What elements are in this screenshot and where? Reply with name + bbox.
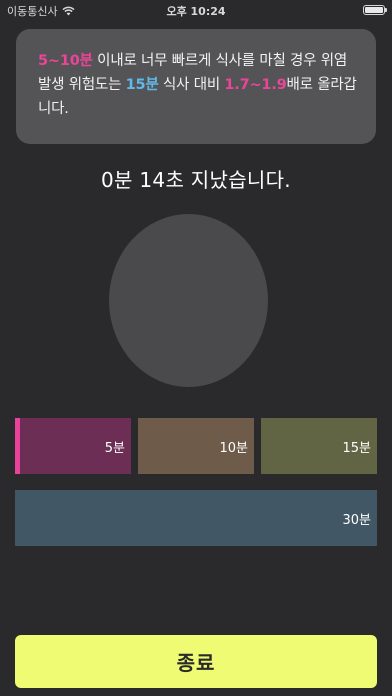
segment-label: 15분: [342, 440, 371, 456]
timer-circle: [109, 214, 268, 387]
segment-5min[interactable]: 5분: [15, 418, 131, 474]
end-button[interactable]: 종료: [15, 635, 377, 688]
battery-icon: [363, 5, 387, 15]
segment-label: 30분: [342, 512, 371, 528]
segment-label: 10분: [219, 440, 248, 456]
segment-10min[interactable]: 10분: [138, 418, 254, 474]
segment-15min[interactable]: 15분: [261, 418, 377, 474]
segment-30min[interactable]: 30분: [15, 490, 377, 546]
status-time: 오후 10:24: [166, 5, 226, 18]
elapsed-time-text: 0분 14초 지났습니다.: [101, 168, 291, 192]
info-card: 5~10분 이내로 너무 빠르게 식사를 마칠 경우 위염 발생 위험도는 15…: [16, 29, 376, 144]
info-text-2: 식사 대비: [158, 77, 225, 93]
highlight-risk-ratio: 1.7~1.9: [224, 77, 287, 93]
battery-level: [365, 7, 383, 13]
highlight-reference-duration: 15분: [125, 77, 159, 93]
segment-label: 5분: [104, 440, 125, 456]
highlight-duration: 5~10분: [38, 53, 93, 69]
status-bar: 이동통신사 오후 10:24: [0, 0, 392, 20]
